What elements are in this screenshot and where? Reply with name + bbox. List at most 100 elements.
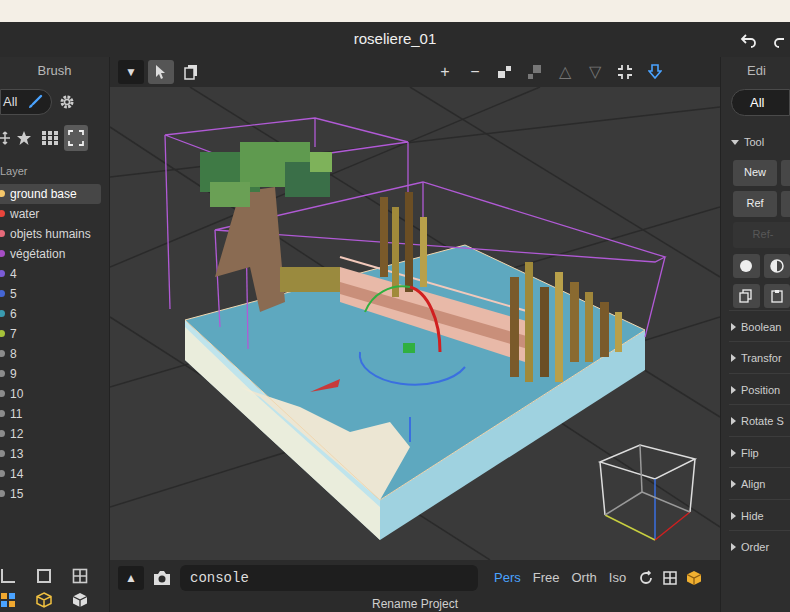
section-header[interactable]: Hide	[721, 500, 790, 531]
cursor-icon[interactable]	[148, 60, 174, 84]
layer-row[interactable]: végétation	[0, 244, 101, 264]
section-label[interactable]: Order	[741, 539, 769, 556]
layer-name[interactable]: 11	[10, 405, 22, 423]
project-title[interactable]: roseliere_01	[354, 28, 437, 51]
section-header[interactable]: Transfor	[721, 342, 790, 373]
corner-icon[interactable]	[0, 568, 16, 584]
layer-row[interactable]: 7	[0, 324, 101, 344]
section-label[interactable]: Rotate S	[741, 413, 784, 430]
expand-button[interactable]: ▲	[118, 566, 144, 590]
section-label[interactable]: Align	[741, 476, 765, 493]
move-down-icon[interactable]	[492, 60, 518, 84]
layer-row[interactable]: 6	[0, 304, 101, 324]
tool-button[interactable]: Ref	[733, 191, 777, 217]
circle-icon[interactable]	[733, 254, 760, 278]
section-label[interactable]: Position	[741, 382, 780, 399]
layer-row[interactable]: ground base	[0, 184, 101, 204]
section-label[interactable]: Transfor	[741, 350, 782, 367]
view-mode-button[interactable]: Pers	[490, 566, 525, 590]
brush-icon[interactable]	[27, 94, 43, 110]
layer-name[interactable]: 5	[10, 285, 17, 303]
section-header[interactable]: Boolean	[721, 311, 790, 342]
frame-icon[interactable]	[64, 125, 88, 151]
view-cube-icon[interactable]	[600, 445, 695, 540]
move-up-icon[interactable]	[522, 60, 548, 84]
grid-view-icon[interactable]	[662, 570, 678, 586]
transform-gizmo[interactable]	[310, 286, 465, 442]
download-icon[interactable]	[642, 60, 668, 84]
layer-row[interactable]: 15	[0, 484, 101, 504]
redo-icon[interactable]	[772, 32, 784, 48]
undo-icon[interactable]	[740, 32, 758, 48]
solid-cube-icon[interactable]	[72, 592, 88, 608]
remove-button[interactable]: −	[462, 60, 488, 84]
layer-name[interactable]: ground base	[10, 185, 77, 203]
section-label[interactable]: Flip	[741, 445, 759, 462]
quad-icon[interactable]	[72, 568, 88, 584]
layer-name[interactable]: 14	[10, 465, 23, 483]
grid-icon[interactable]	[38, 125, 62, 151]
layer-row[interactable]: 9	[0, 364, 101, 384]
layer-name[interactable]: 6	[10, 305, 17, 323]
filter-label[interactable]: All	[750, 93, 764, 113]
fit-icon[interactable]	[612, 60, 638, 84]
status-bar[interactable]: Rename Project	[110, 595, 720, 612]
half-circle-icon[interactable]	[764, 254, 790, 278]
tool-button[interactable]: New	[733, 160, 777, 186]
layer-row[interactable]: 4	[0, 264, 101, 284]
view-mode-button[interactable]: Iso	[605, 566, 630, 590]
reset-view-icon[interactable]	[638, 570, 654, 586]
layer-row[interactable]: 14	[0, 464, 101, 484]
tool-section[interactable]: Tool	[721, 120, 790, 157]
filter-label[interactable]: All	[3, 92, 17, 112]
view-mode-button[interactable]: Free	[529, 566, 564, 590]
view-mode-button[interactable]: Orth	[567, 566, 600, 590]
paste-icon[interactable]	[764, 284, 790, 308]
layer-name[interactable]: 9	[10, 365, 17, 383]
ref-button[interactable]: Ref-	[733, 222, 790, 248]
section-header[interactable]: Align	[721, 468, 790, 499]
star-icon[interactable]	[12, 125, 36, 151]
copy-icon[interactable]	[178, 60, 204, 84]
section-header[interactable]: Order	[721, 531, 790, 562]
layer-row[interactable]: 5	[0, 284, 101, 304]
layer-name[interactable]: 8	[10, 345, 17, 363]
down-button[interactable]: ▽	[582, 60, 608, 84]
copy-icon[interactable]	[733, 284, 760, 308]
square-icon[interactable]	[36, 568, 52, 584]
grid-select-icon[interactable]	[0, 592, 16, 608]
add-button[interactable]: +	[432, 60, 458, 84]
cube-icon[interactable]	[36, 592, 52, 608]
move-icon[interactable]	[0, 125, 10, 151]
layer-row[interactable]: 12	[0, 424, 101, 444]
filter-pill[interactable]: All	[0, 89, 52, 115]
layer-name[interactable]: 13	[10, 445, 23, 463]
tool-button[interactable]	[781, 191, 790, 217]
layer-row[interactable]: 8	[0, 344, 101, 364]
gear-icon[interactable]	[58, 93, 76, 111]
layer-name[interactable]: objets humains	[10, 225, 91, 243]
section-header[interactable]: Flip	[721, 437, 790, 468]
voxel-viewport[interactable]	[110, 87, 720, 560]
layer-name[interactable]: 7	[10, 325, 17, 343]
tool-button[interactable]	[781, 160, 790, 186]
section-header[interactable]: Rotate S	[721, 405, 790, 436]
section-label[interactable]: Hide	[741, 508, 764, 525]
menu-button[interactable]: ▼	[118, 60, 144, 84]
section-header[interactable]: Position	[721, 374, 790, 405]
layer-name[interactable]: water	[10, 205, 39, 223]
layer-row[interactable]: 11	[0, 404, 101, 424]
up-button[interactable]: △	[552, 60, 578, 84]
layer-name[interactable]: 12	[10, 425, 23, 443]
layer-name[interactable]: 4	[10, 265, 17, 283]
box-view-icon[interactable]	[686, 570, 702, 586]
camera-icon[interactable]	[152, 570, 172, 586]
section-label[interactable]: Boolean	[741, 319, 781, 336]
console-field[interactable]	[180, 565, 478, 591]
layer-row[interactable]: 13	[0, 444, 101, 464]
layer-row[interactable]: 10	[0, 384, 101, 404]
layer-row[interactable]: objets humains	[0, 224, 101, 244]
layer-name[interactable]: végétation	[10, 245, 65, 263]
layer-row[interactable]: water	[0, 204, 101, 224]
layer-name[interactable]: 15	[10, 485, 23, 503]
